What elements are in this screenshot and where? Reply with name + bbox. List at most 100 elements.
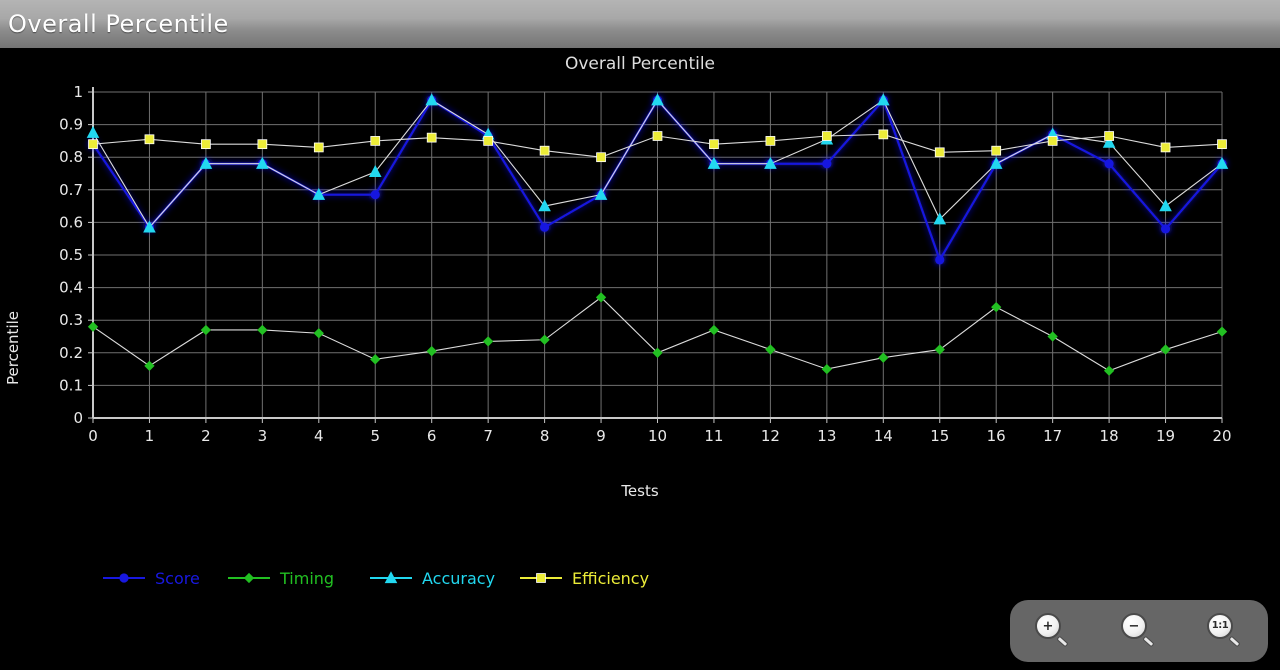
data-point-marker <box>934 147 945 158</box>
y-axis-tick-labels: 0 0.1 0.2 0.3 0.4 0.5 0.6 0.7 0.8 0.9 1 <box>59 83 83 427</box>
data-point-marker <box>596 152 606 163</box>
zoom-controls-panel: + − 1:1 <box>1010 600 1268 662</box>
data-point-marker <box>426 132 437 143</box>
data-point-marker <box>1103 365 1115 376</box>
x-axis-tick-label: 5 <box>370 427 380 445</box>
legend-label: Efficiency <box>572 569 649 588</box>
y-axis-tick-label: 0.9 <box>59 116 83 134</box>
data-point-marker <box>878 129 889 140</box>
data-point-marker <box>1160 142 1171 153</box>
data-point-marker <box>313 142 324 153</box>
window-title: Overall Percentile <box>8 10 229 38</box>
chart-title: Overall Percentile <box>565 54 715 74</box>
x-axis-tick-label: 8 <box>540 427 550 445</box>
data-point-marker <box>88 139 98 150</box>
data-point-marker <box>119 573 129 583</box>
data-point-marker <box>822 159 832 169</box>
data-point-marker <box>1160 224 1171 234</box>
x-axis-tick-label: 9 <box>596 427 606 445</box>
magnifier-handle-icon <box>1142 635 1155 648</box>
legend-label: Accuracy <box>422 569 495 588</box>
data-point-marker <box>821 131 832 141</box>
zoom-in-icon: + <box>1035 613 1061 639</box>
data-point-marker <box>539 145 550 156</box>
data-point-marker <box>370 190 380 200</box>
x-axis-tick-label: 7 <box>483 427 493 445</box>
x-axis-title-group: Tests <box>620 482 659 500</box>
x-axis-tick-label: 4 <box>314 427 324 445</box>
data-point-marker <box>540 222 550 232</box>
x-axis-tick-label: 0 <box>88 427 98 445</box>
x-axis-title: Tests <box>620 482 659 500</box>
data-point-marker <box>483 136 494 146</box>
data-point-marker <box>652 131 663 141</box>
data-point-marker <box>200 324 212 336</box>
y-axis-tick-label: 0.5 <box>59 246 83 264</box>
y-axis-tick-label: 0.8 <box>59 148 83 166</box>
x-axis-tick-label: 20 <box>1212 427 1231 445</box>
data-point-marker <box>878 352 889 363</box>
y-axis-tick-label: 0 <box>73 409 83 427</box>
x-axis-tick-label: 12 <box>761 427 780 445</box>
window-title-bar: Overall Percentile <box>0 0 1280 48</box>
data-point-marker <box>257 324 268 336</box>
x-axis-tick-label: 19 <box>1156 427 1175 445</box>
y-axis-tick-label: 1 <box>73 83 83 101</box>
data-point-marker <box>821 363 832 375</box>
line-chart[interactable]: Overall Percentile 0 0.1 0.2 0.3 0.4 0.5 0.6 0.… <box>0 48 1280 670</box>
x-axis-tick-label: 11 <box>704 427 723 445</box>
legend-label: Timing <box>279 569 334 588</box>
data-point-marker <box>426 346 437 357</box>
data-point-marker <box>370 354 381 365</box>
x-axis-tick-label: 15 <box>930 427 949 445</box>
data-point-marker <box>935 255 945 265</box>
x-axis-tick-label: 18 <box>1100 427 1119 445</box>
y-axis-tick-label: 0.1 <box>59 376 83 394</box>
zoom-reset-icon: 1:1 <box>1207 613 1233 639</box>
zoom-out-button[interactable]: − <box>1117 611 1161 651</box>
x-axis-tick-label: 3 <box>258 427 268 445</box>
data-point-marker <box>87 321 99 332</box>
legend-item-score[interactable]: Score <box>103 569 200 588</box>
legend-item-timing[interactable]: Timing <box>228 569 334 588</box>
legend-label: Score <box>155 569 200 588</box>
x-axis-tick-label: 14 <box>874 427 893 445</box>
y-axis-tick-label: 0.3 <box>59 311 83 329</box>
chart-legend[interactable]: Score Timing Accuracy Efficiency <box>103 569 649 588</box>
y-axis-tick-label: 0.7 <box>59 181 83 199</box>
zoom-in-button[interactable]: + <box>1031 611 1075 651</box>
data-point-marker <box>765 136 776 146</box>
data-point-marker <box>144 134 155 145</box>
data-point-marker <box>201 139 211 150</box>
x-axis-tick-label: 16 <box>987 427 1006 445</box>
data-point-marker <box>1104 131 1114 141</box>
data-point-marker <box>1047 136 1058 146</box>
data-point-marker <box>1217 139 1227 150</box>
y-axis-title-group: Percentile <box>4 311 22 385</box>
data-point-marker <box>257 139 268 150</box>
x-axis-tick-label: 17 <box>1043 427 1062 445</box>
legend-item-accuracy[interactable]: Accuracy <box>370 569 495 588</box>
x-axis-tick-labels: 0 1 2 3 4 5 6 7 8 9 10 11 12 13 14 15 16 17 18 19 20 <box>88 427 1231 445</box>
data-point-marker <box>144 360 155 371</box>
x-axis-tick-label: 13 <box>817 427 836 445</box>
data-point-marker <box>991 302 1002 313</box>
data-point-marker <box>1104 159 1114 169</box>
data-point-marker <box>243 572 255 584</box>
y-axis-tick-label: 0.2 <box>59 344 83 362</box>
magnifier-handle-icon <box>1228 635 1241 648</box>
data-point-marker <box>708 324 720 336</box>
legend-item-efficiency[interactable]: Efficiency <box>520 569 649 588</box>
data-point-marker <box>536 573 546 583</box>
zoom-out-icon: − <box>1121 613 1147 639</box>
data-point-marker <box>86 125 100 138</box>
zoom-reset-button[interactable]: 1:1 <box>1203 611 1247 651</box>
x-axis-tick-label: 2 <box>201 427 211 445</box>
magnifier-handle-icon <box>1056 635 1069 648</box>
chart-stage: Overall Percentile 0 0.1 0.2 0.3 0.4 0.5 0.6 0.… <box>0 48 1280 670</box>
y-axis-tick-label: 0.6 <box>59 213 83 231</box>
data-point-marker <box>991 145 1002 156</box>
data-point-marker <box>539 334 550 345</box>
x-axis-tick-label: 6 <box>427 427 437 445</box>
y-axis-title: Percentile <box>4 311 22 385</box>
